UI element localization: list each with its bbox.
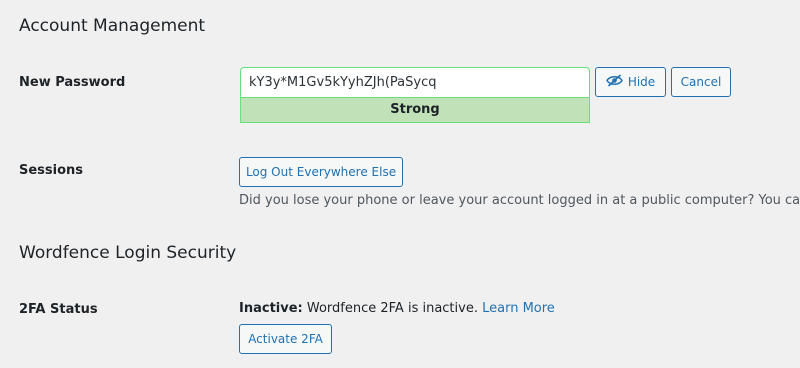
cancel-password-button[interactable]: Cancel (671, 67, 731, 97)
sessions-label: Sessions (19, 163, 84, 178)
password-field-group: Strong (240, 67, 590, 123)
sessions-description: Did you lose your phone or leave your ac… (239, 193, 800, 208)
eye-slash-icon (605, 74, 628, 90)
password-strength-meter: Strong (240, 97, 590, 123)
wordfence-heading: Wordfence Login Security (19, 243, 237, 263)
hide-password-button[interactable]: Hide (595, 67, 666, 97)
2fa-status-label: 2FA Status (19, 302, 98, 317)
logout-everywhere-button[interactable]: Log Out Everywhere Else (239, 157, 403, 187)
profile-page: Account Management New Password Strong H… (0, 0, 800, 368)
new-password-input[interactable] (240, 67, 590, 97)
activate-2fa-button[interactable]: Activate 2FA (239, 324, 332, 354)
inactive-text: Wordfence 2FA is inactive. (302, 301, 483, 316)
account-management-heading: Account Management (19, 16, 206, 36)
new-password-label: New Password (19, 75, 126, 90)
hide-button-label: Hide (627, 75, 656, 89)
2fa-status-text: Inactive: Wordfence 2FA is inactive. Lea… (239, 301, 555, 316)
inactive-label: Inactive: (239, 301, 303, 316)
learn-more-link[interactable]: Learn More (482, 301, 555, 316)
